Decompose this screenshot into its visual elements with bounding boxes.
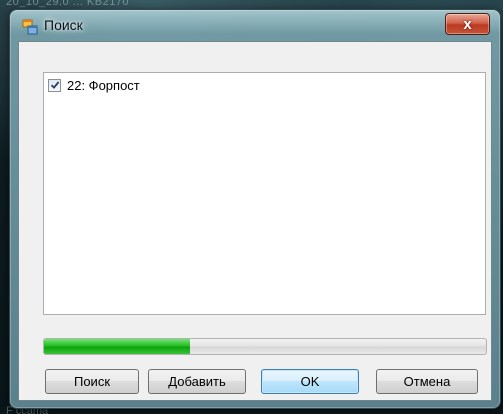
checkmark-icon (50, 81, 59, 89)
results-checked-list[interactable]: 22: Форпост (43, 72, 486, 315)
title-bar[interactable]: Поиск x (10, 10, 500, 42)
item-checkbox[interactable] (48, 78, 61, 92)
cancel-button[interactable]: Отмена (376, 369, 478, 394)
window-title: Поиск (44, 17, 83, 33)
desktop-window-text: 20_10_29.0 ... KB2170 (6, 0, 130, 8)
close-icon: x (463, 15, 472, 33)
add-button[interactable]: Добавить (148, 369, 246, 394)
dialog-client-area: 22: Форпост Поиск Добавить OK Отмена (18, 41, 492, 401)
list-item[interactable]: 22: Форпост (48, 77, 140, 93)
progress-fill (44, 339, 190, 354)
application-window-icon (22, 19, 38, 35)
search-progress-bar (43, 338, 487, 355)
close-button[interactable]: x (445, 13, 490, 35)
search-dialog: Поиск x 22: Форпост Поиск Добавить OK От… (9, 9, 501, 409)
list-item-label: 22: Форпост (67, 77, 140, 93)
ok-button[interactable]: OK (261, 369, 359, 394)
search-button[interactable]: Поиск (45, 369, 139, 394)
